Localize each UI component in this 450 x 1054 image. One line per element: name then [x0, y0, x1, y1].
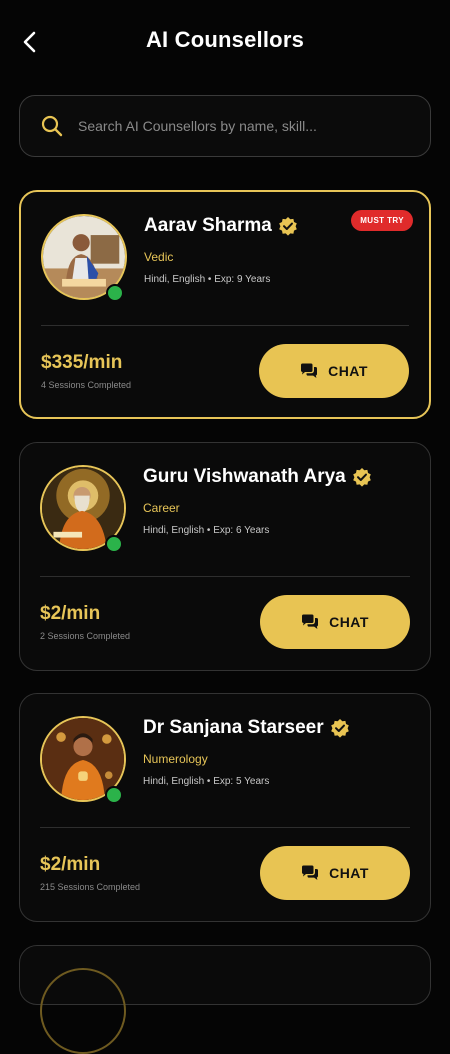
- price-per-minute: $2/min: [40, 603, 101, 624]
- chat-button-label: CHAT: [329, 614, 369, 630]
- sessions-completed: 215 Sessions Completed: [40, 882, 141, 892]
- sessions-completed: 4 Sessions Completed: [41, 380, 132, 390]
- online-status-indicator: [105, 786, 123, 804]
- counsellor-languages-experience: Hindi, English • Exp: 6 Years: [143, 525, 270, 536]
- verified-badge-icon: [352, 468, 371, 487]
- chat-bubbles-icon: [302, 614, 319, 629]
- must-try-badge: MUST TRY: [351, 210, 413, 231]
- counsellor-skill: Vedic: [144, 250, 174, 264]
- sessions-completed: 2 Sessions Completed: [40, 631, 131, 641]
- chat-bubbles-icon: [301, 363, 318, 378]
- search-input[interactable]: [76, 117, 400, 135]
- counsellor-languages-experience: Hindi, English • Exp: 9 Years: [144, 274, 271, 285]
- chat-bubbles-icon: [302, 865, 319, 880]
- chat-button[interactable]: CHAT: [260, 846, 410, 900]
- counsellor-card-guru-vishwanath-arya[interactable]: Guru Vishwanath Arya Career Hindi, Engli…: [19, 442, 431, 671]
- counsellor-card-aarav-sharma[interactable]: Aarav Sharma Vedic Hindi, English • Exp:…: [19, 190, 431, 419]
- chat-button-label: CHAT: [328, 363, 368, 379]
- counsellor-name: Dr Sanjana Starseer: [143, 717, 324, 738]
- counsellor-name-row[interactable]: Aarav Sharma: [144, 215, 298, 237]
- counsellor-name-row[interactable]: Dr Sanjana Starseer: [143, 717, 350, 739]
- search-icon: [41, 115, 63, 137]
- verified-badge-icon: [278, 217, 297, 236]
- avatar: [40, 968, 126, 1054]
- card-divider: [40, 576, 410, 577]
- card-divider: [40, 827, 410, 828]
- counsellor-skill: Career: [143, 501, 180, 515]
- verified-badge-icon: [330, 719, 349, 738]
- counsellor-name-row[interactable]: Guru Vishwanath Arya: [143, 466, 372, 488]
- price-per-minute: $335/min: [41, 352, 123, 373]
- price-per-minute: $2/min: [40, 854, 101, 875]
- online-status-indicator: [106, 284, 124, 302]
- chat-button[interactable]: CHAT: [259, 344, 409, 398]
- counsellor-card-partial[interactable]: [19, 945, 431, 1054]
- chat-button[interactable]: CHAT: [260, 595, 410, 649]
- counsellor-skill: Numerology: [143, 752, 208, 766]
- search-bar[interactable]: [19, 95, 431, 157]
- online-status-indicator: [105, 535, 123, 553]
- counsellor-card-dr-sanjana-starseer[interactable]: Dr Sanjana Starseer Numerology Hindi, En…: [19, 693, 431, 922]
- app-header: AI Counsellors: [0, 0, 450, 84]
- chat-button-label: CHAT: [329, 865, 369, 881]
- card-divider: [41, 325, 409, 326]
- counsellor-languages-experience: Hindi, English • Exp: 5 Years: [143, 776, 270, 787]
- page-title: AI Counsellors: [145, 27, 305, 52]
- counsellor-name: Aarav Sharma: [144, 215, 272, 236]
- counsellor-name: Guru Vishwanath Arya: [143, 466, 346, 487]
